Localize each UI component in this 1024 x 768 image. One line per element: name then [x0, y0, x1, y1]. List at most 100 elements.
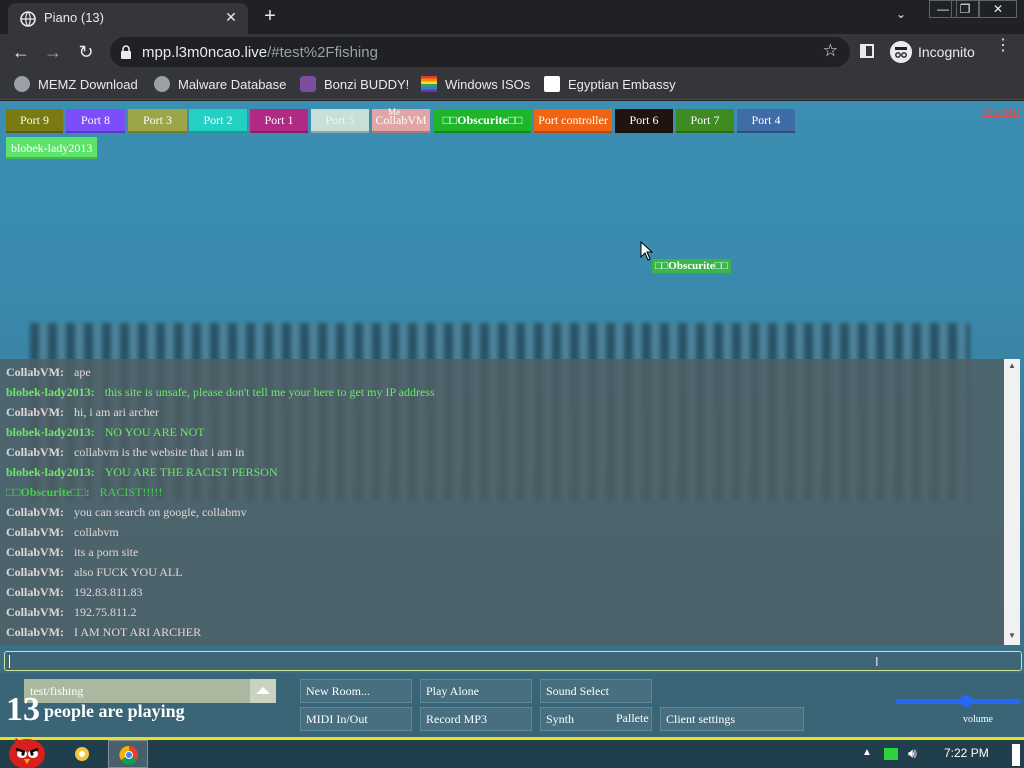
- chat-author: CollabVM:: [6, 605, 64, 619]
- obscurite-badge[interactable]: □□Obscurite□□: [434, 109, 531, 133]
- remote-cursor-label: □□Obscurite□□: [652, 259, 732, 273]
- chat-message: blobek-lady2013: NO YOU ARE NOT: [6, 425, 205, 440]
- collabvm-badge[interactable]: CollabVM: [372, 109, 430, 133]
- globe-icon: [154, 76, 170, 92]
- port-2-badge[interactable]: Port 2: [189, 109, 247, 133]
- tab-close-icon[interactable]: ✕: [222, 8, 240, 26]
- port-controller-badge[interactable]: Port controller: [534, 109, 612, 133]
- port-7-badge[interactable]: Port 7: [676, 109, 734, 133]
- bookmark-label: Windows ISOs: [445, 77, 531, 92]
- text-cursor-icon: I: [875, 654, 879, 669]
- bookmark-bonzi-buddy[interactable]: Bonzi BUDDY!: [300, 76, 409, 94]
- port-9-badge[interactable]: Port 9: [6, 109, 63, 133]
- record-mp3-button[interactable]: Record MP3: [420, 707, 532, 731]
- speaker-icon[interactable]: 🔊︎: [908, 745, 917, 762]
- chat-message: CollabVM: I AM NOT ARI ARCHER: [6, 625, 201, 640]
- port-6-badge[interactable]: Port 6: [615, 109, 673, 133]
- chat-log: CollabVM: ape blobek-lady2013: this site i…: [0, 359, 1004, 645]
- new-tab-button[interactable]: +: [258, 5, 282, 27]
- clock-time[interactable]: 7:22 PM: [944, 746, 989, 760]
- network-icon[interactable]: [884, 748, 898, 760]
- chat-input[interactable]: I: [4, 651, 1022, 671]
- lock-icon[interactable]: [120, 45, 132, 59]
- bonzi-icon: [300, 76, 316, 92]
- scroll-thumb[interactable]: [1007, 373, 1017, 631]
- bookmark-memz-download[interactable]: MEMZ Download: [14, 76, 138, 94]
- browser-toolbar: ← → ↻ mpp.l3m0ncao.live/#test%2Ffishing …: [0, 34, 1024, 70]
- url-host: mpp.l3m0ncao.live: [142, 44, 268, 61]
- bookmark-label: Egyptian Embassy: [568, 77, 676, 92]
- fork-me-link[interactable]: Fork Me!: [982, 107, 1020, 118]
- sound-select-button[interactable]: Sound Select: [540, 679, 652, 703]
- chat-message: CollabVM: ape: [6, 365, 91, 380]
- volume-knob[interactable]: [960, 695, 972, 707]
- tray-expand-icon[interactable]: ▲: [862, 747, 872, 758]
- chat-author: CollabVM:: [6, 525, 64, 539]
- controls-bar: test/fishing 13 people are playing New Ro…: [0, 673, 1024, 737]
- player-count: 13 people are playing: [6, 691, 185, 729]
- chat-text: I AM NOT ARI ARCHER: [74, 625, 202, 639]
- chat-text: you can search on google, collabmv: [74, 505, 247, 519]
- volume-track[interactable]: [895, 699, 1021, 704]
- chat-author: CollabVM:: [6, 445, 64, 459]
- volume-label: volume: [963, 714, 993, 725]
- taskbar-explorer-icon[interactable]: [62, 740, 102, 768]
- bookmark-egyptian-embassy[interactable]: Egyptian Embassy: [544, 76, 676, 94]
- bookmark-malware-database[interactable]: Malware Database: [154, 76, 286, 94]
- chat-message: CollabVM: collabvm is the website that i …: [6, 445, 244, 460]
- port-5-badge[interactable]: Port 5: [311, 109, 369, 133]
- browser-menu-icon[interactable]: ⋮: [995, 38, 1011, 54]
- port-8-badge[interactable]: Port 8: [66, 109, 125, 133]
- tab-title: Piano (13): [44, 10, 104, 25]
- globe-icon: [20, 11, 36, 27]
- chat-text: its a porn site: [74, 545, 139, 559]
- back-button[interactable]: ←: [10, 41, 32, 63]
- scroll-down-icon[interactable]: ▼: [1007, 631, 1017, 640]
- chat-text: this site is unsafe, please don't tell m…: [104, 385, 435, 399]
- forward-button[interactable]: →: [42, 41, 64, 63]
- reload-button[interactable]: ↻: [75, 41, 97, 63]
- address-bar[interactable]: mpp.l3m0ncao.live/#test%2Ffishing ☆: [110, 37, 850, 67]
- port-1-badge[interactable]: Port 1: [250, 109, 308, 133]
- chat-author: CollabVM:: [6, 585, 64, 599]
- chat-message: CollabVM: its a porn site: [6, 545, 138, 560]
- port-3-badge[interactable]: Port 3: [128, 109, 187, 133]
- rainbow-flag-icon: [421, 76, 437, 92]
- player-count-number: 13: [6, 691, 40, 728]
- restore-button[interactable]: ❐: [951, 0, 979, 18]
- chat-text: ape: [74, 365, 91, 379]
- chat-text: collabvm: [74, 525, 119, 539]
- show-desktop-button[interactable]: [1012, 744, 1020, 766]
- play-alone-button[interactable]: Play Alone: [420, 679, 532, 703]
- close-window-button[interactable]: ✕: [979, 0, 1017, 18]
- chat-message: blobek-lady2013: YOU ARE THE RACIST PERSO…: [6, 465, 278, 480]
- bookmark-label: Malware Database: [178, 77, 287, 92]
- midi-button[interactable]: MIDI In/Out: [300, 707, 412, 731]
- wix-icon: [544, 76, 560, 92]
- chat-author: blobek-lady2013:: [6, 425, 95, 439]
- incognito-icon: [890, 41, 912, 63]
- globe-icon: [14, 76, 30, 92]
- client-settings-button[interactable]: Client settings: [660, 707, 804, 731]
- chat-message: CollabVM: 192.75.811.2: [6, 605, 137, 620]
- tab-search-icon[interactable]: ⌄: [896, 7, 906, 21]
- side-panel-icon[interactable]: [860, 44, 874, 58]
- browser-tab[interactable]: Piano (13) ✕: [8, 3, 248, 34]
- chevron-up-icon[interactable]: [250, 679, 276, 703]
- bookmark-windows-isos[interactable]: Windows ISOs: [421, 76, 530, 94]
- chat-author: CollabVM:: [6, 625, 64, 639]
- scroll-up-icon[interactable]: ▲: [1007, 361, 1017, 370]
- volume-slider[interactable]: volume: [895, 695, 1021, 725]
- chat-text: collabvm is the website that i am in: [74, 445, 245, 459]
- chat-text: YOU ARE THE RACIST PERSON: [104, 465, 278, 479]
- taskbar-chrome-icon[interactable]: [108, 740, 148, 768]
- start-button-bird-icon[interactable]: [6, 732, 48, 768]
- pallete-button[interactable]: Pallete: [616, 707, 656, 731]
- new-room-button[interactable]: New Room...: [300, 679, 412, 703]
- port-4-badge[interactable]: Port 4: [737, 109, 795, 133]
- url-text: mpp.l3m0ncao.live/#test%2Ffishing: [142, 44, 378, 61]
- chat-scrollbar[interactable]: ▲ ▼: [1004, 359, 1020, 645]
- user-chip-blobek[interactable]: blobek-lady2013: [6, 137, 98, 159]
- bookmark-star-icon[interactable]: ☆: [823, 41, 838, 61]
- me-tag: Me: [388, 107, 400, 117]
